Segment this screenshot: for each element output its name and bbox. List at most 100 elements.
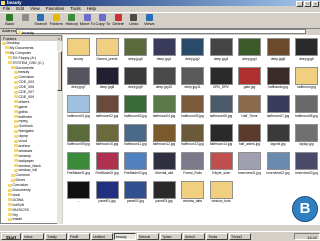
tree-node[interactable]: CDE_009 xyxy=(14,95,34,100)
thumbnail[interactable]: panel03.jpg xyxy=(152,180,176,204)
thumbnail[interactable]: deep.jpg8 xyxy=(95,66,119,90)
thumbnail[interactable]: DRV_DRV xyxy=(209,66,233,90)
tree-node[interactable]: My Computer xyxy=(5,51,31,56)
tree-node[interactable]: wallpaper xyxy=(14,159,34,164)
taskbar-item[interactable]: Tricks2 xyxy=(229,232,251,240)
thumbnail[interactable]: halfmoon03.jpg xyxy=(124,95,147,118)
tree-node[interactable]: dock xyxy=(8,193,20,198)
thumbnail[interactable]: Tribyte_scen xyxy=(209,152,233,175)
taskbar-item[interactable]: Tricks xyxy=(206,232,228,240)
thumbnail[interactable]: FireBlade01.jpg xyxy=(67,152,90,175)
tree-node[interactable]: Corrosion xyxy=(14,75,34,80)
toolbar-button-move-to[interactable]: Move To xyxy=(80,13,96,28)
thumbnail[interactable]: halfmoon04.jpg xyxy=(152,95,176,118)
thumbnail[interactable]: deep.jpg2 xyxy=(181,38,204,61)
thumbnail[interactable]: Oriental_alia xyxy=(152,152,176,175)
thumbnail[interactable]: deep.jpg9 xyxy=(124,66,147,90)
thumbnail[interactable]: FireBlade03.jpg xyxy=(124,152,147,175)
tree-node[interactable]: window_full xyxy=(14,168,37,173)
thumbnail[interactable]: halfmoon12.jpg xyxy=(152,123,176,147)
tree-node[interactable]: MUSICSS xyxy=(8,208,29,213)
tree-node[interactable]: 3½ Floppy (A:) xyxy=(8,56,36,61)
toolbar-button-forward[interactable] xyxy=(18,13,34,28)
tree-node[interactable]: DOWA xyxy=(8,198,24,203)
thumbnail[interactable]: gate.jpg xyxy=(238,66,261,90)
thumbnail[interactable]: deep.jpg10 xyxy=(152,66,176,90)
thumbnail[interactable]: half_anims.jpg xyxy=(238,123,261,147)
taskbar-item[interactable]: FireB xyxy=(68,232,90,240)
thumbnail[interactable]: deep.jpg11 xyxy=(181,66,204,90)
thumbnail[interactable]: halfmoon13.jpg xyxy=(181,123,204,147)
taskbar-item[interactable]: Untitled xyxy=(91,232,113,240)
tree-node[interactable]: Dokumenty xyxy=(8,188,31,193)
toolbar-button-folders[interactable]: Folders xyxy=(49,13,65,28)
start-button[interactable]: Start xyxy=(1,232,21,240)
tree-node[interactable]: beauty xyxy=(14,70,29,75)
tree-node[interactable]: hofSoft xyxy=(8,203,24,208)
thumbnail[interactable]: halfmoon06.jpg xyxy=(209,95,233,118)
toolbar-button-back[interactable]: Back xyxy=(2,13,18,28)
tree-node[interactable]: Install xyxy=(8,217,22,222)
thumbnail[interactable]: innerview01.jpg xyxy=(238,152,261,175)
thumbnail[interactable]: halfhands.jpg xyxy=(266,66,290,90)
thumbnail[interactable]: lagonil.jpg xyxy=(266,123,290,147)
tree-node[interactable]: My Documents xyxy=(5,46,33,51)
address-field[interactable]: beauty xyxy=(16,28,306,35)
thumbnail[interactable]: halfmoon05.jpg xyxy=(181,95,204,118)
scrollbar-thumb[interactable] xyxy=(57,51,62,91)
thumbnail[interactable]: halfmoon09.jpg xyxy=(67,123,90,147)
tree-node[interactable]: archive xyxy=(14,144,30,149)
taskbar-item[interactable]: Inbox xyxy=(22,232,44,240)
tree-node[interactable]: Common xyxy=(11,173,30,178)
thumbnail[interactable]: halfmoon08.jpg xyxy=(295,95,318,118)
tree-node[interactable]: olymp xyxy=(14,134,28,139)
thumbnail[interactable]: deep.jpg0 xyxy=(124,38,147,61)
tree-node[interactable]: Overlook xyxy=(14,124,33,129)
thumbnail[interactable]: innerview02.jpg xyxy=(266,152,290,175)
thumbnail[interactable]: halfmoon11.jpg xyxy=(124,123,147,147)
toolbar-button-delete[interactable]: Delete xyxy=(111,13,127,28)
thumbnail[interactable]: halfmoon07.jpg xyxy=(266,95,290,118)
tree-node[interactable]: mpeg xyxy=(14,119,28,124)
tree-node[interactable]: Documents xyxy=(11,66,34,71)
taskbar-item[interactable]: Eternal xyxy=(137,232,159,240)
toolbar-button-copy-to[interactable]: Copy To xyxy=(95,13,111,28)
tree-node[interactable]: drivers xyxy=(14,100,29,105)
thumbnail[interactable]: deep.jpg6 xyxy=(295,38,318,61)
thumbnail[interactable]: deep.jpg1 xyxy=(152,38,176,61)
thumbnail[interactable]: snowy xyxy=(67,38,90,61)
tree-node[interactable]: Corrosion xyxy=(8,183,28,188)
tree-node[interactable]: Driver xyxy=(11,178,25,183)
tree-node[interactable]: Navigator xyxy=(14,129,34,134)
taskbar-item[interactable]: Totally xyxy=(45,232,67,240)
thumbnail[interactable]: deep.jpg4 xyxy=(238,38,261,61)
thumbnail[interactable]: window_buts xyxy=(209,180,233,204)
tree-node[interactable]: gothic xyxy=(14,110,28,115)
tree-node[interactable]: Uvod xyxy=(14,139,27,144)
thumbnail[interactable]: FireBlade02.jpg xyxy=(95,152,119,175)
thumbnail[interactable]: window_tabs xyxy=(181,180,204,204)
thumbnail[interactable]: laptop.jpg xyxy=(295,123,318,147)
thumbnail[interactable]: ... xyxy=(67,180,90,204)
thumbnail[interactable]: Half_Trkmr xyxy=(238,95,261,118)
toolbar-button-history[interactable]: History xyxy=(64,13,80,28)
tree-node[interactable]: Desktop xyxy=(2,41,20,46)
tree-scrollbar[interactable] xyxy=(57,41,62,224)
thumbnail[interactable]: deep.jpg7 xyxy=(67,66,90,90)
thumbnail[interactable]: Owned_previe xyxy=(95,38,119,61)
thumbnail[interactable]: Forest_Rolls xyxy=(181,152,204,175)
thumbnail[interactable]: halfmoon01.jpg xyxy=(67,95,90,118)
thumbnail[interactable]: halfmoon14.jpg xyxy=(209,123,233,147)
thumbnail[interactable]: halfmoon.jpg xyxy=(295,66,318,90)
taskbar-item[interactable]: beauty xyxy=(114,232,136,240)
thumbnail[interactable]: deep.jpg3 xyxy=(209,38,233,61)
tree-node[interactable]: game xyxy=(14,105,28,110)
thumbnail[interactable]: innerview03.jpg xyxy=(295,152,318,175)
taskbar-item[interactable]: AnimX xyxy=(183,232,205,240)
thumbnail[interactable]: panel01.jpg xyxy=(95,180,119,204)
toolbar-button-views[interactable]: Views xyxy=(142,13,158,28)
tree-node[interactable]: ledfinder xyxy=(14,115,32,120)
thumbnail[interactable]: deep.jpg5 xyxy=(266,38,290,61)
tree-node[interactable]: Hry xyxy=(8,213,18,218)
tree-node[interactable]: CDE_003 xyxy=(14,80,34,85)
